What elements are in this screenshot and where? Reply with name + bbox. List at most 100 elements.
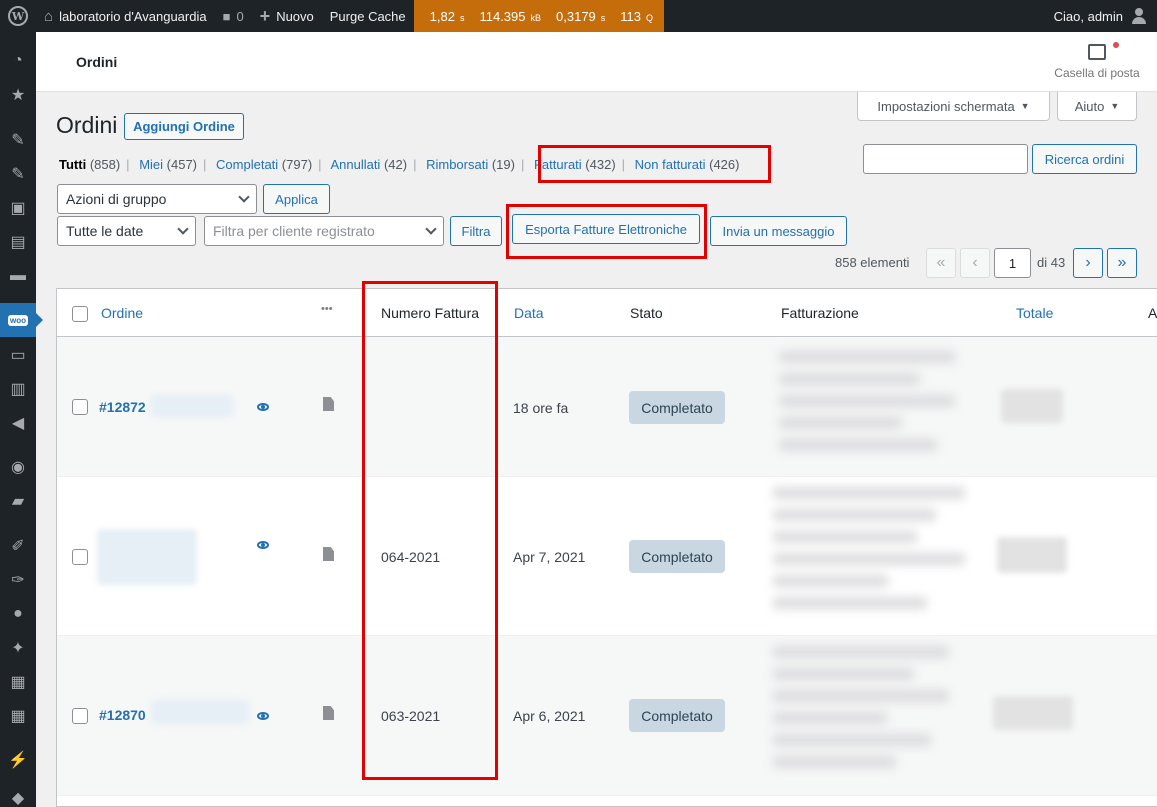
chevron-down-icon xyxy=(177,223,189,235)
admin-sidebar: ◔ ★ ✎ ✎ ▣ ▤ ▬ woo ▭ ▥ ◀ ◉ ▰ ✐ ✑ ● ✦ ▦ ▦ … xyxy=(0,32,43,807)
marketing-icon[interactable]: ◀ xyxy=(0,406,36,440)
document-icon[interactable] xyxy=(323,706,334,720)
row-checkbox[interactable] xyxy=(72,399,88,415)
inbox-label: Casella di posta xyxy=(1054,66,1140,80)
document-icon[interactable] xyxy=(323,547,334,561)
qm-queries: 113 xyxy=(620,8,642,24)
current-page-input[interactable]: 1 xyxy=(994,248,1031,278)
column-options-icon[interactable]: ••• xyxy=(321,303,333,315)
bulk-action-select[interactable]: Azioni di gruppo xyxy=(57,184,257,214)
qm-memory: 114.395 xyxy=(479,8,526,24)
send-message-button[interactable]: Invia un messaggio xyxy=(710,216,847,246)
wordpress-logo-icon[interactable]: W xyxy=(0,0,36,32)
first-page-button[interactable]: « xyxy=(926,248,956,278)
star-icon[interactable]: ★ xyxy=(0,78,36,112)
purge-cache-button[interactable]: Purge Cache xyxy=(322,0,414,32)
table-row: #12870 063-2021 Apr 6, 2021 Completato xyxy=(57,636,1157,796)
site-name: laboratorio d'Avanguardia xyxy=(59,8,207,24)
highlight-box-invoice-column xyxy=(362,281,498,780)
view-mine-count: (457) xyxy=(166,157,198,172)
document-icon[interactable] xyxy=(323,397,334,411)
view-cancelled[interactable]: Annullati xyxy=(330,157,380,172)
pages-icon[interactable]: ▤ xyxy=(0,225,36,259)
products-icon[interactable]: ▭ xyxy=(0,338,36,372)
last-page-button[interactable]: » xyxy=(1107,248,1137,278)
table-row: #12872 18 ore fa Completato xyxy=(57,337,1157,477)
filter-button[interactable]: Filtra xyxy=(450,216,502,246)
comments-icon[interactable]: ▬ xyxy=(0,259,36,293)
media-icon[interactable]: ▣ xyxy=(0,191,36,225)
pin-icon-2[interactable]: ✎ xyxy=(0,157,36,191)
col-total[interactable]: Totale xyxy=(1016,305,1053,321)
site-name-link[interactable]: ⌂ laboratorio d'Avanguardia xyxy=(36,0,215,32)
account-menu[interactable]: Ciao, admin xyxy=(1054,8,1157,24)
view-all[interactable]: Tutti xyxy=(59,157,86,172)
query-monitor-badge[interactable]: 1,82 s 114.395 kB 0,3179 s 113 Q xyxy=(413,0,665,32)
date-filter-select[interactable]: Tutte le date xyxy=(57,216,196,246)
inbox-button[interactable]: Casella di posta xyxy=(1047,42,1147,80)
qm-memory-unit: kB xyxy=(530,12,542,23)
tools-icon[interactable]: ✦ xyxy=(0,631,36,665)
users-icon[interactable]: ● xyxy=(0,597,36,631)
preview-eye-icon[interactable] xyxy=(257,403,269,411)
add-order-button[interactable]: Aggiungi Ordine xyxy=(124,113,244,140)
date-filter-value: Tutte le date xyxy=(66,223,144,239)
total-blurred xyxy=(1001,389,1063,423)
table-header: Ordine ••• Numero Fattura Data Stato Fat… xyxy=(57,289,1157,337)
row-checkbox[interactable] xyxy=(72,549,88,565)
qm-db-unit: s xyxy=(600,12,606,23)
settings-icon[interactable]: ▦ xyxy=(0,665,36,699)
billing-address-blurred xyxy=(773,646,949,778)
col-billing: Fatturazione xyxy=(781,305,859,321)
view-all-count: (858) xyxy=(89,157,121,172)
bolt-icon[interactable]: ⚡ xyxy=(0,743,36,777)
row-checkbox[interactable] xyxy=(72,708,88,724)
order-date: Apr 7, 2021 xyxy=(513,549,586,565)
purge-cache-label: Purge Cache xyxy=(329,8,406,24)
extra-icon[interactable]: ◆ xyxy=(0,781,36,807)
next-page-button[interactable]: › xyxy=(1073,248,1103,278)
preview-eye-icon[interactable] xyxy=(257,712,269,720)
customer-filter-placeholder: Filtra per cliente registrato xyxy=(213,223,375,239)
preview-eye-icon[interactable] xyxy=(257,541,269,549)
prev-page-button[interactable]: ‹ xyxy=(960,248,990,278)
view-refunded[interactable]: Rimborsati xyxy=(426,157,488,172)
help-button[interactable]: Aiuto ▼ xyxy=(1057,92,1137,121)
appearance-icon[interactable]: ✐ xyxy=(0,529,36,563)
elementor-icon[interactable]: ◉ xyxy=(0,450,36,484)
view-cancelled-count: (42) xyxy=(383,157,408,172)
apply-button[interactable]: Applica xyxy=(263,184,330,214)
order-link[interactable]: #12872 xyxy=(99,399,146,415)
search-orders-input[interactable] xyxy=(863,144,1028,174)
status-badge: Completato xyxy=(629,699,725,732)
order-date: 18 ore fa xyxy=(513,400,569,416)
qm-queries-unit: Q xyxy=(646,12,654,23)
woocommerce-icon[interactable]: woo xyxy=(0,303,43,337)
screen-options-button[interactable]: Impostazioni schermata ▼ xyxy=(857,92,1050,121)
col-order[interactable]: Ordine xyxy=(101,305,143,321)
admin-bar: W ⌂ laboratorio d'Avanguardia ■ 0 + Nuov… xyxy=(0,0,1157,32)
view-completed[interactable]: Completati xyxy=(216,157,278,172)
new-content-menu[interactable]: + Nuovo xyxy=(252,0,322,32)
woocommerce-header: Ordini Casella di posta xyxy=(36,32,1157,92)
analytics-icon[interactable]: ▥ xyxy=(0,372,36,406)
dashboard-icon[interactable]: ◔ xyxy=(0,44,36,78)
plus-icon: + xyxy=(259,6,271,26)
pin-icon[interactable]: ✎ xyxy=(0,123,36,157)
view-mine[interactable]: Miei xyxy=(139,157,163,172)
caret-down-icon: ▼ xyxy=(1020,101,1030,111)
comments-link[interactable]: ■ 0 xyxy=(215,0,252,32)
inbox-icon xyxy=(1088,44,1106,60)
select-all-checkbox[interactable] xyxy=(72,306,88,322)
comment-bubble-icon: ■ xyxy=(222,8,231,24)
total-blurred xyxy=(997,537,1067,573)
plugins-icon[interactable]: ✑ xyxy=(0,563,36,597)
search-orders-button[interactable]: Ricerca ordini xyxy=(1032,144,1137,174)
page-title: Ordini xyxy=(56,112,118,138)
table-icon[interactable]: ▦ xyxy=(0,699,36,733)
templates-icon[interactable]: ▰ xyxy=(0,484,36,518)
col-date[interactable]: Data xyxy=(514,305,544,321)
order-link[interactable]: #12870 xyxy=(99,707,146,723)
customer-filter-select[interactable]: Filtra per cliente registrato xyxy=(204,216,444,246)
home-icon: ⌂ xyxy=(44,7,54,25)
